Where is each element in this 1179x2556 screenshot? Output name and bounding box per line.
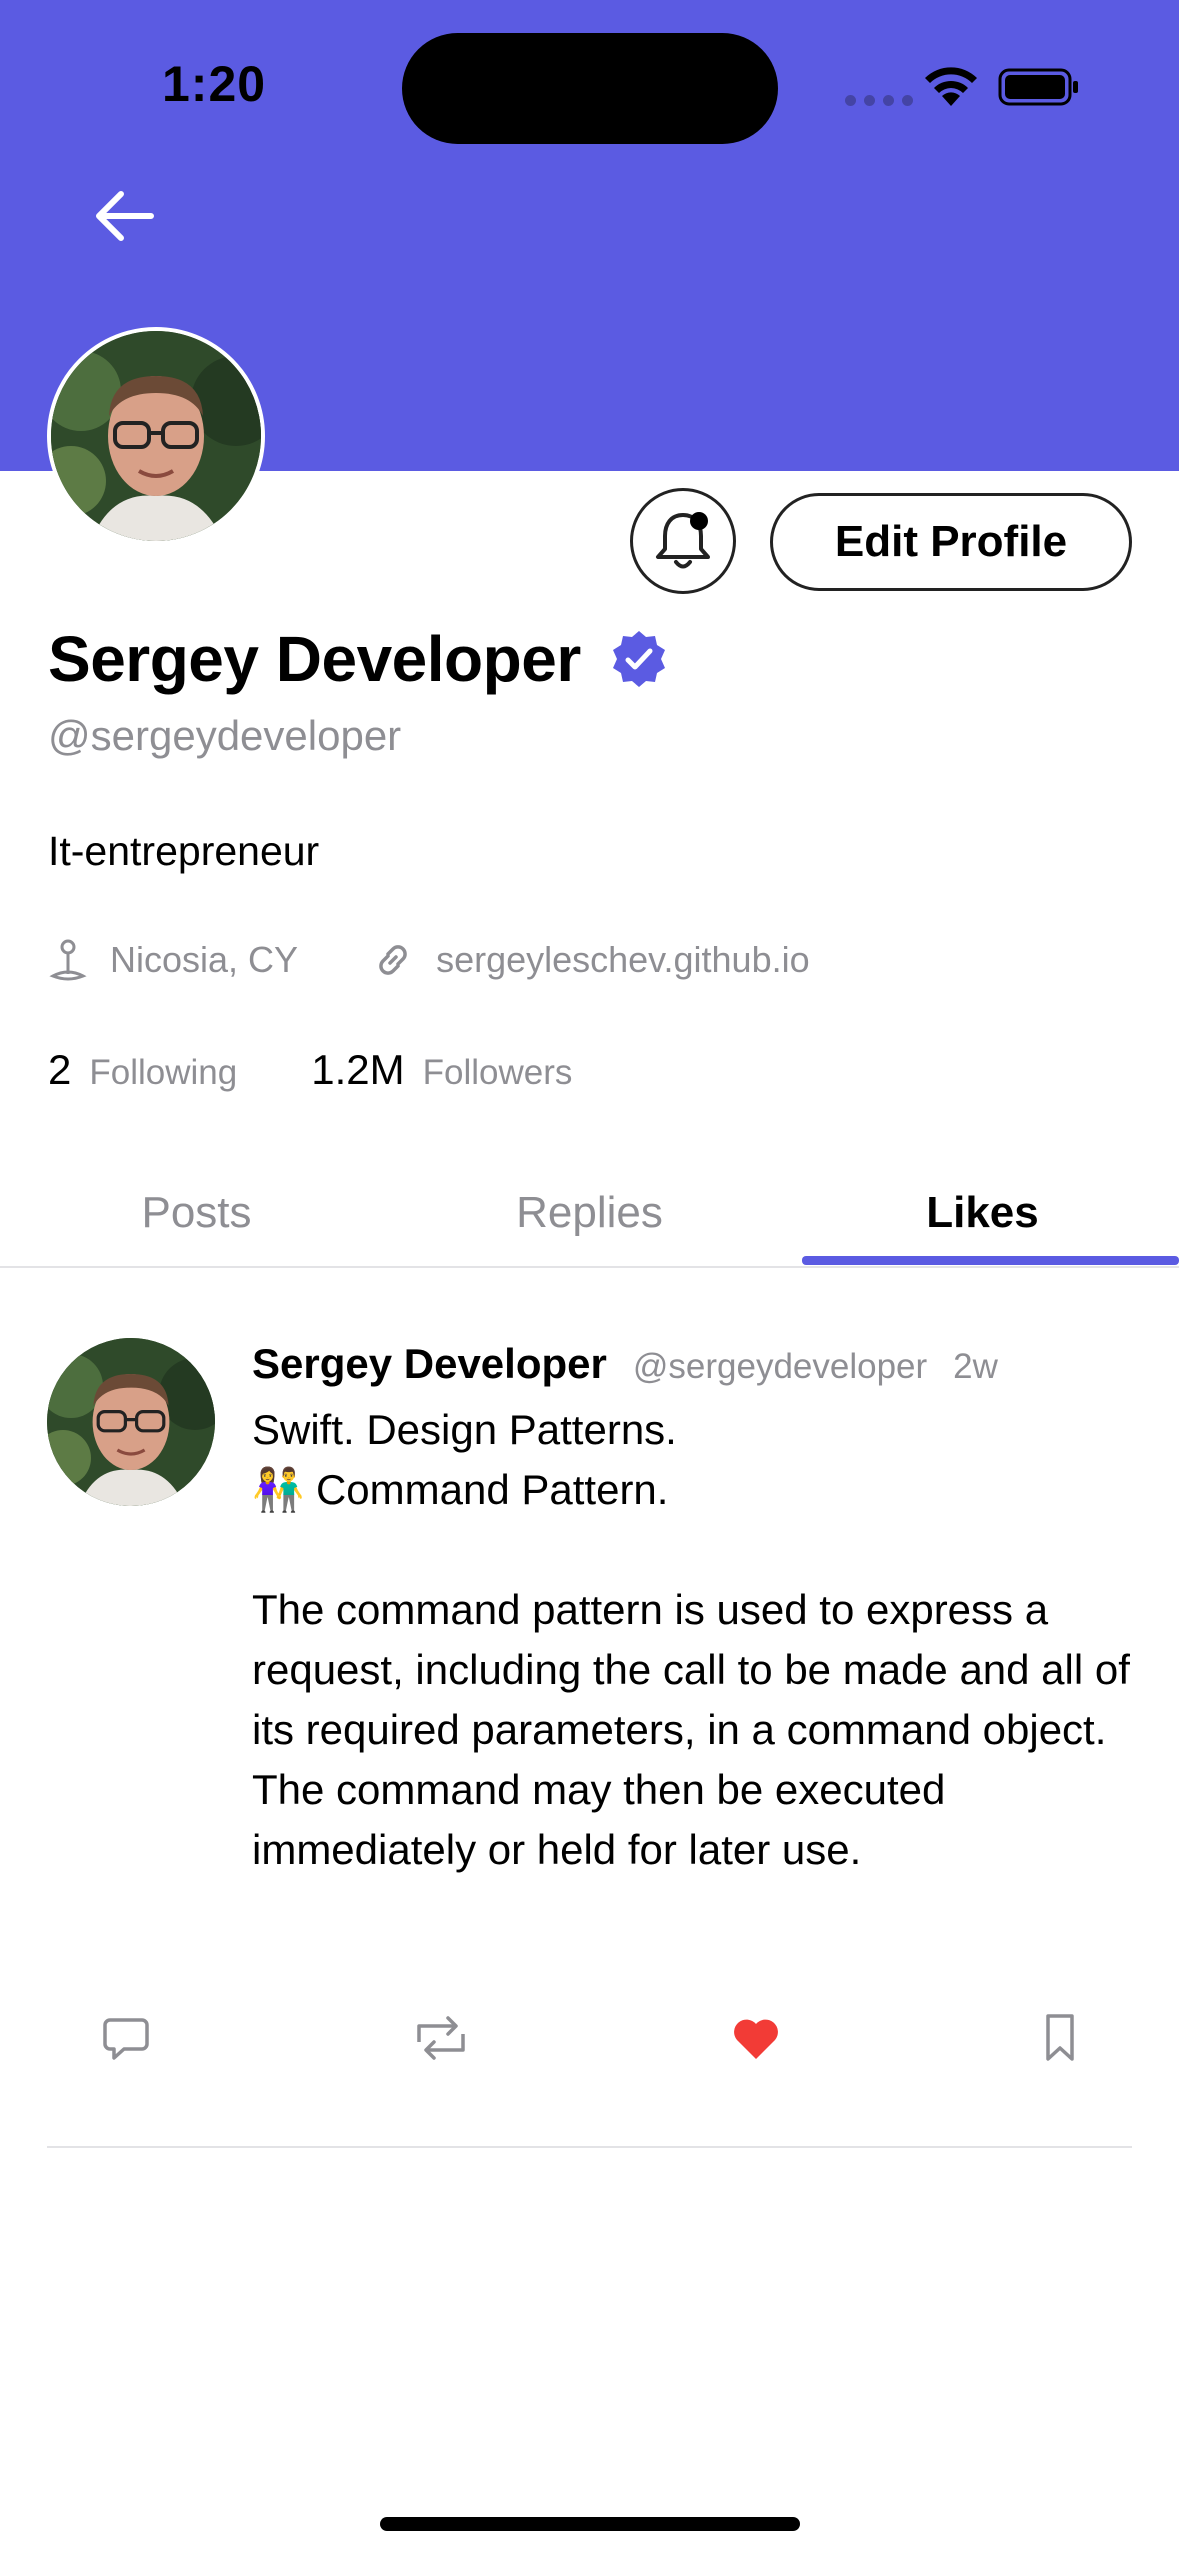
post-author[interactable]: Sergey Developer xyxy=(252,1340,607,1388)
website[interactable]: sergeyleschev.github.io xyxy=(372,939,810,981)
tab-replies[interactable]: Replies xyxy=(393,1160,786,1266)
back-button[interactable] xyxy=(84,180,164,252)
edit-profile-button[interactable]: Edit Profile xyxy=(770,493,1132,591)
following-label[interactable]: Following xyxy=(89,1053,237,1093)
like-button[interactable] xyxy=(716,1998,796,2078)
battery-icon xyxy=(998,68,1078,106)
profile-bio: It-entrepreneur xyxy=(48,828,320,874)
dynamic-island xyxy=(402,33,778,144)
followers-count[interactable]: 1.2M xyxy=(311,1046,404,1094)
cellular-signal-icon xyxy=(845,95,913,106)
bookmark-button[interactable] xyxy=(1020,1998,1100,2078)
bookmark-icon xyxy=(1046,2014,1074,2061)
notifications-button[interactable] xyxy=(630,488,736,594)
avatar-photo xyxy=(47,1338,215,1506)
back-arrow-icon xyxy=(96,191,154,241)
reply-icon xyxy=(103,2018,149,2060)
link-icon xyxy=(379,945,407,975)
post-divider xyxy=(47,2146,1132,2148)
tab-posts[interactable]: Posts xyxy=(0,1160,393,1266)
location-pin-icon xyxy=(49,939,87,981)
following-count[interactable]: 2 xyxy=(48,1046,71,1094)
wifi-icon xyxy=(925,67,977,106)
post-handle: @sergeydeveloper xyxy=(632,1347,928,1386)
reply-button[interactable] xyxy=(86,1998,166,2078)
status-time: 1:20 xyxy=(162,56,267,112)
bell-icon xyxy=(656,512,710,569)
follow-stats: 2 Following 1.2M Followers xyxy=(48,1046,646,1094)
post-header: Sergey Developer @sergeydeveloper 2w xyxy=(252,1340,998,1388)
website-link[interactable]: sergeyleschev.github.io xyxy=(436,939,810,981)
home-indicator[interactable] xyxy=(380,2517,800,2531)
repost-icon xyxy=(417,2016,465,2060)
profile-meta: Nicosia, CY sergeyleschev.github.io xyxy=(48,938,884,982)
followers-label[interactable]: Followers xyxy=(423,1053,573,1093)
post-actions xyxy=(0,1998,1179,2098)
profile-avatar[interactable] xyxy=(47,327,265,545)
profile-tabs: Posts Replies Likes xyxy=(0,1160,1179,1268)
avatar-photo xyxy=(51,331,261,541)
tab-likes[interactable]: Likes xyxy=(786,1160,1179,1266)
heart-icon xyxy=(734,2019,778,2059)
post-time: 2w xyxy=(953,1347,998,1386)
post-avatar[interactable] xyxy=(47,1338,215,1506)
display-name: Sergey Developer xyxy=(48,623,581,695)
repost-button[interactable] xyxy=(401,1998,481,2078)
post-text: Swift. Design Patterns. 👫 Command Patter… xyxy=(252,1406,1130,1873)
name-row: Sergey Developer xyxy=(48,622,669,696)
profile-handle: @sergeydeveloper xyxy=(48,712,402,759)
location-text: Nicosia, CY xyxy=(110,939,299,980)
active-tab-indicator xyxy=(802,1256,1179,1265)
verified-badge-icon xyxy=(612,631,665,687)
location: Nicosia, CY xyxy=(48,938,298,982)
